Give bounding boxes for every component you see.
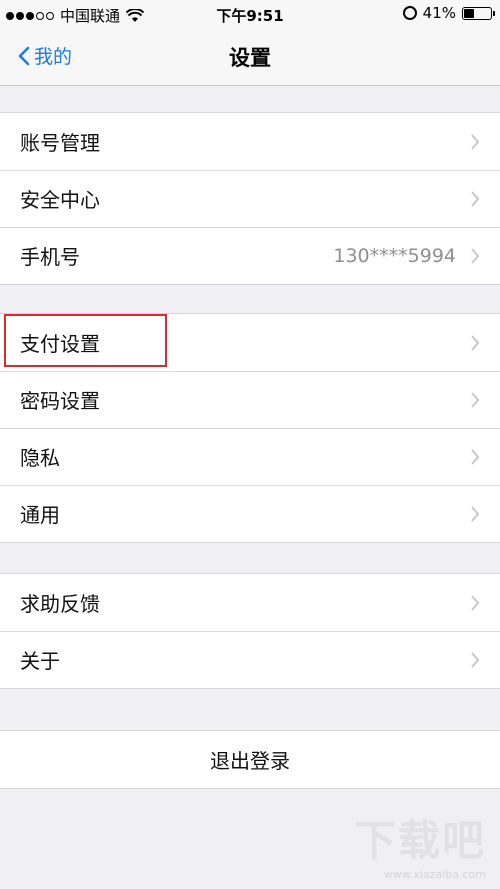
settings-group-support: 求助反馈 关于 [0, 573, 500, 689]
chevron-right-icon [471, 505, 480, 522]
chevron-right-icon [471, 247, 480, 264]
status-bar: 中国联通 下午9:51 41% [0, 0, 500, 28]
status-right: 41% [402, 4, 495, 22]
row-label: 通用 [20, 503, 60, 527]
row-label: 支付设置 [20, 332, 100, 356]
row-label: 关于 [20, 649, 60, 673]
watermark: 下载吧 www.xiazaiba.com [354, 807, 486, 881]
row-general[interactable]: 通用 [0, 485, 500, 542]
watermark-logo-text: 下载吧 [353, 816, 486, 865]
rotation-lock-icon [402, 6, 417, 20]
row-label: 求助反馈 [20, 592, 100, 616]
row-password-settings[interactable]: 密码设置 [0, 371, 500, 428]
row-label: 密码设置 [20, 389, 100, 413]
chevron-right-icon [471, 334, 480, 351]
chevron-right-icon [471, 651, 480, 668]
row-payment-settings[interactable]: 支付设置 [0, 314, 500, 371]
row-security-center[interactable]: 安全中心 [0, 170, 500, 227]
chevron-right-icon [471, 190, 480, 207]
row-about[interactable]: 关于 [0, 631, 500, 688]
row-phone-number[interactable]: 手机号 130****5994 [0, 227, 500, 284]
watermark-url: www.xiazaiba.com [383, 868, 486, 881]
logout-button[interactable]: 退出登录 [0, 730, 500, 789]
settings-group-account: 账号管理 安全中心 手机号 130****5994 [0, 112, 500, 285]
row-account-management[interactable]: 账号管理 [0, 113, 500, 170]
battery-percent: 41% [422, 4, 456, 22]
row-label: 手机号 [20, 245, 80, 269]
row-privacy[interactable]: 隐私 [0, 428, 500, 485]
chevron-right-icon [471, 594, 480, 611]
nav-bar: 我的 设置 [0, 28, 500, 86]
chevron-right-icon [471, 391, 480, 408]
row-label: 安全中心 [20, 188, 100, 212]
settings-group-preferences: 支付设置 密码设置 隐私 通用 [0, 313, 500, 543]
chevron-right-icon [471, 133, 480, 150]
row-label: 账号管理 [20, 131, 100, 155]
row-help-feedback[interactable]: 求助反馈 [0, 574, 500, 631]
row-label: 隐私 [20, 446, 60, 470]
phone-number-value: 130****5994 [333, 244, 456, 267]
battery-icon [462, 6, 495, 20]
chevron-right-icon [471, 448, 480, 465]
page-title: 设置 [229, 46, 271, 70]
